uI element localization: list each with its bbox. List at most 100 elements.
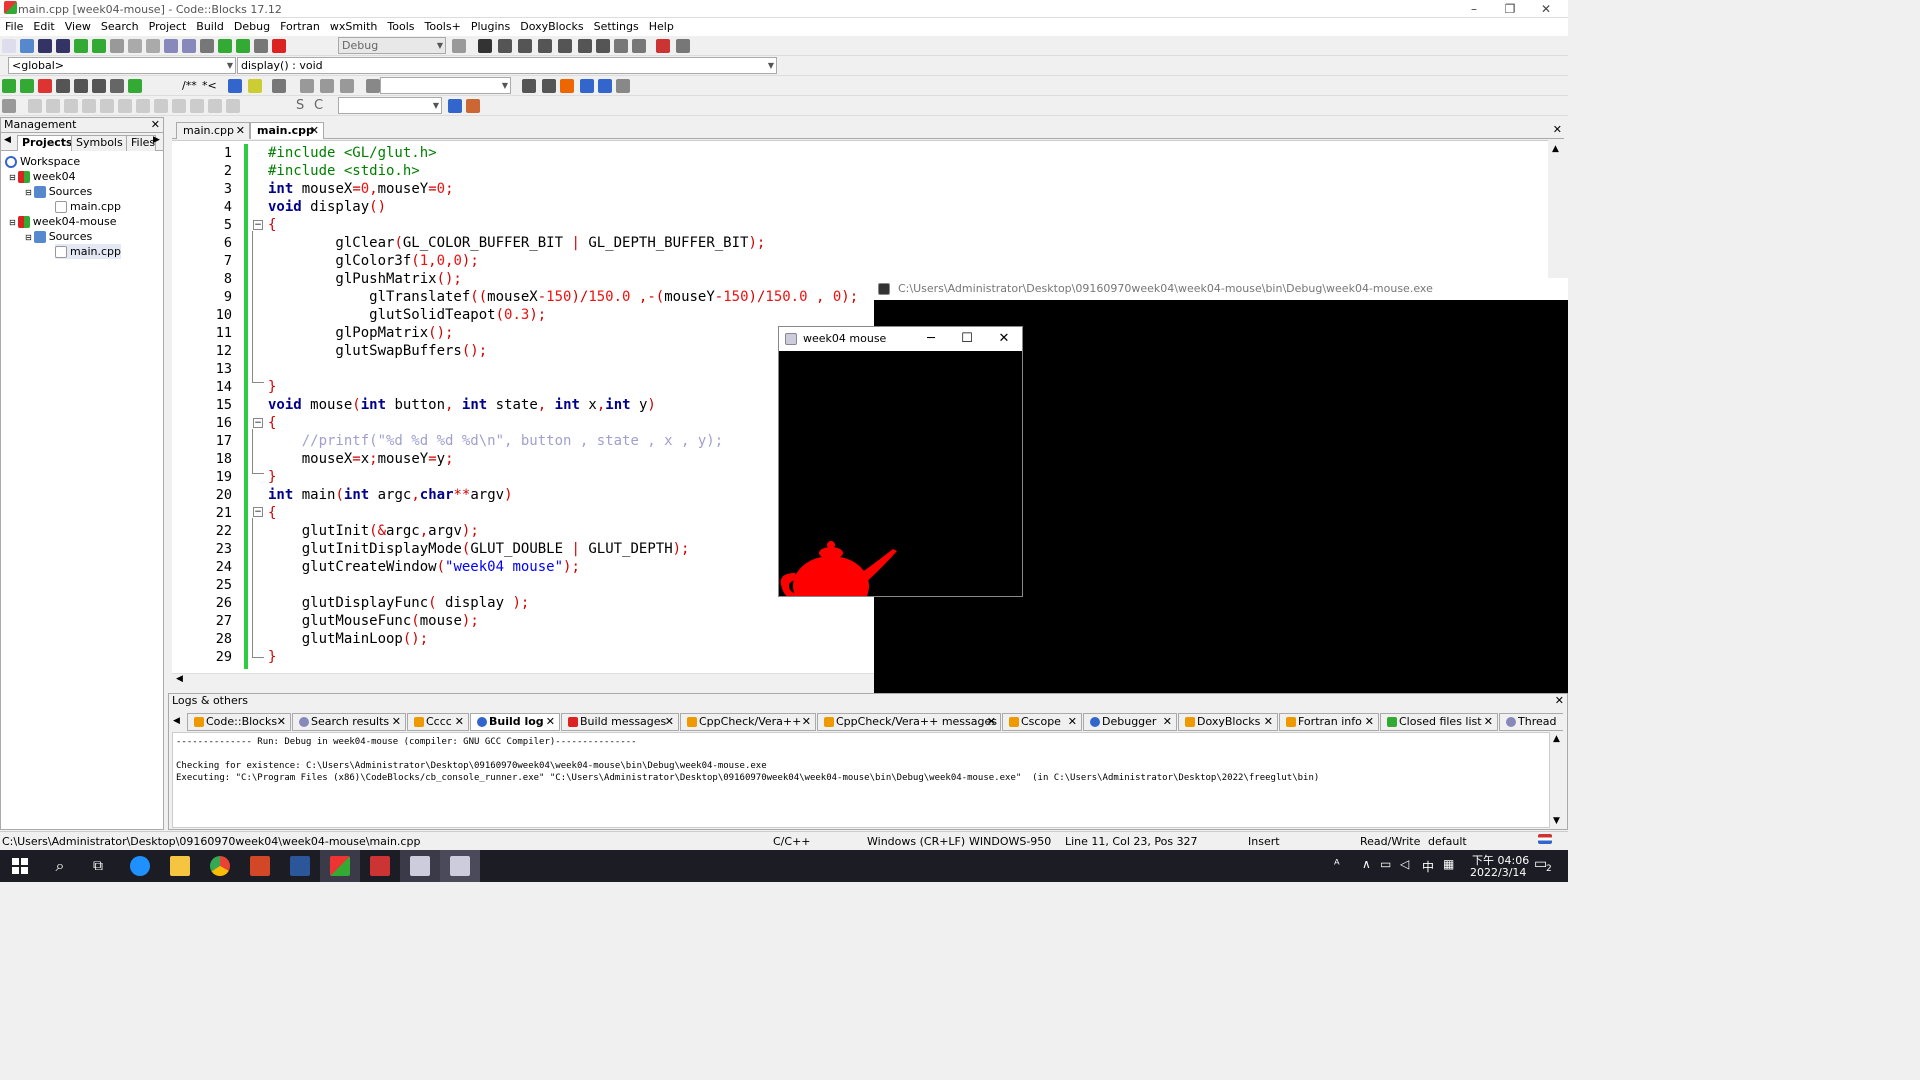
- incremental-search-input[interactable]: ▼: [380, 77, 511, 94]
- static-widget-icon[interactable]: [190, 99, 204, 113]
- pause-icon[interactable]: [614, 39, 628, 53]
- close-icon[interactable]: ✕: [1264, 714, 1273, 730]
- log-tab-build-log[interactable]: Build log ✕: [470, 713, 560, 731]
- redo-icon[interactable]: [92, 39, 106, 53]
- frame-icon[interactable]: [46, 99, 60, 113]
- search-button[interactable]: ⌕: [40, 850, 80, 882]
- debug-info-icon[interactable]: [676, 39, 690, 53]
- highlight-all-icon[interactable]: [560, 79, 574, 93]
- incremental-search-icon[interactable]: [366, 79, 380, 93]
- log-tab-search-results[interactable]: Search results ✕: [292, 713, 406, 731]
- doxy-config-icon[interactable]: [272, 79, 286, 93]
- menu-doxyblocks[interactable]: DoxyBlocks: [515, 18, 588, 36]
- tab-symbols[interactable]: Symbols: [71, 135, 128, 151]
- close-icon[interactable]: ✕: [1068, 714, 1077, 730]
- undo-icon[interactable]: [74, 39, 88, 53]
- log-tab-cccc[interactable]: Cccc ✕: [407, 713, 469, 731]
- search-prev-icon[interactable]: [522, 79, 536, 93]
- fold-toggle-icon[interactable]: −: [253, 507, 263, 517]
- next-line-icon[interactable]: [518, 39, 532, 53]
- menu-view[interactable]: View: [60, 18, 96, 36]
- close-icon[interactable]: ✕: [310, 123, 319, 138]
- close-icon[interactable]: ✕: [392, 714, 401, 730]
- doxy-help-icon[interactable]: [248, 79, 262, 93]
- sizer-icon[interactable]: [82, 99, 96, 113]
- log-tab-cppcheck-messages[interactable]: CppCheck/Vera++ messages ✕: [817, 713, 1001, 731]
- menu-build[interactable]: Build: [191, 18, 229, 36]
- bookmark-clear-icon[interactable]: [92, 79, 106, 93]
- cut-icon[interactable]: [110, 39, 124, 53]
- panel-icon[interactable]: [28, 99, 42, 113]
- start-button[interactable]: [0, 850, 40, 882]
- run-line-icon[interactable]: [128, 79, 142, 93]
- abort-icon[interactable]: [272, 39, 286, 53]
- taskbar-word[interactable]: [280, 850, 320, 882]
- doxy-inline-button[interactable]: *<: [202, 79, 217, 92]
- tree-project-week04[interactable]: ⊟ week04: [9, 169, 76, 184]
- management-close-button[interactable]: ✕: [151, 118, 160, 132]
- log-tab-build-messages[interactable]: Build messages ✕: [561, 713, 679, 731]
- box-sizer-icon[interactable]: [100, 99, 114, 113]
- debug-continue-icon[interactable]: [478, 39, 492, 53]
- nav-next-icon[interactable]: [340, 79, 354, 93]
- fold-toggle-icon[interactable]: −: [253, 418, 263, 428]
- log-vertical-scrollbar[interactable]: ▲ ▼: [1550, 732, 1565, 828]
- preview-icon[interactable]: [448, 99, 462, 113]
- selected-text-icon[interactable]: [580, 79, 594, 93]
- glut-window[interactable]: week04 mouse ─ ☐ ✕: [778, 326, 1023, 597]
- menu-search[interactable]: Search: [96, 18, 144, 36]
- build-icon[interactable]: [200, 39, 214, 53]
- menu-tools-plus[interactable]: Tools+: [420, 18, 466, 36]
- menu-tools[interactable]: Tools: [382, 18, 419, 36]
- doxy-wizard-icon[interactable]: [228, 79, 242, 93]
- symbol-select[interactable]: display() : void ▼: [237, 57, 777, 74]
- taskbar-explorer[interactable]: [160, 850, 200, 882]
- volume-icon[interactable]: ◁: [1400, 857, 1409, 871]
- tree-folder-sources[interactable]: ⊟ Sources: [25, 184, 92, 199]
- glut-close-button[interactable]: ✕: [986, 327, 1022, 351]
- widget-select[interactable]: ▼: [338, 97, 442, 114]
- copy-icon[interactable]: [128, 39, 142, 53]
- close-icon[interactable]: ✕: [455, 714, 464, 730]
- grid-sizer-icon[interactable]: [118, 99, 132, 113]
- menu-wxsmith[interactable]: wxSmith: [325, 18, 383, 36]
- jump-forward-icon[interactable]: [20, 79, 34, 93]
- replace-icon[interactable]: [182, 39, 196, 53]
- log-tab-thread[interactable]: Thread: [1499, 713, 1563, 731]
- new-file-icon[interactable]: [2, 39, 16, 53]
- run-icon[interactable]: [218, 39, 232, 53]
- tree-file-main[interactable]: main.cpp: [55, 199, 121, 214]
- menu-help[interactable]: Help: [644, 18, 679, 36]
- log-tab-doxyblocks[interactable]: DoxyBlocks ✕: [1178, 713, 1278, 731]
- taskbar-codeblocks[interactable]: [320, 850, 360, 882]
- taskbar-edge[interactable]: [120, 850, 160, 882]
- open-file-icon[interactable]: [20, 39, 34, 53]
- close-icon[interactable]: ✕: [277, 714, 286, 730]
- close-icon[interactable]: ✕: [802, 714, 811, 730]
- ime-indicator[interactable]: 中: [1422, 858, 1434, 875]
- target-options-icon[interactable]: [452, 39, 466, 53]
- tb-c-button[interactable]: C: [314, 98, 323, 113]
- menu-debug[interactable]: Debug: [229, 18, 275, 36]
- taskbar-glut[interactable]: [440, 850, 480, 882]
- dialog-icon[interactable]: [64, 99, 78, 113]
- editor-horizontal-scrollbar[interactable]: ◀: [172, 673, 874, 687]
- taskbar-chrome[interactable]: [200, 850, 240, 882]
- keyboard-icon[interactable]: ▦: [1443, 857, 1454, 871]
- save-icon[interactable]: [38, 39, 52, 53]
- pointer-icon[interactable]: [2, 99, 16, 113]
- jump-back-icon[interactable]: [2, 79, 16, 93]
- taskbar-app[interactable]: [360, 850, 400, 882]
- tabs-right-arrow-icon[interactable]: ▶: [153, 135, 160, 145]
- taskbar-powerpoint[interactable]: [240, 850, 280, 882]
- close-icon[interactable]: ✕: [665, 714, 674, 730]
- menu-edit[interactable]: Edit: [28, 18, 59, 36]
- tree-file-main-selected[interactable]: main.cpp: [55, 244, 121, 259]
- log-tab-debugger[interactable]: Debugger ✕: [1083, 713, 1177, 731]
- paste-icon[interactable]: [146, 39, 160, 53]
- step-out-icon[interactable]: [558, 39, 572, 53]
- menu-plugins[interactable]: Plugins: [466, 18, 515, 36]
- button-widget-icon[interactable]: [154, 99, 168, 113]
- taskbar-console[interactable]: [400, 850, 440, 882]
- close-icon[interactable]: ✕: [546, 714, 555, 730]
